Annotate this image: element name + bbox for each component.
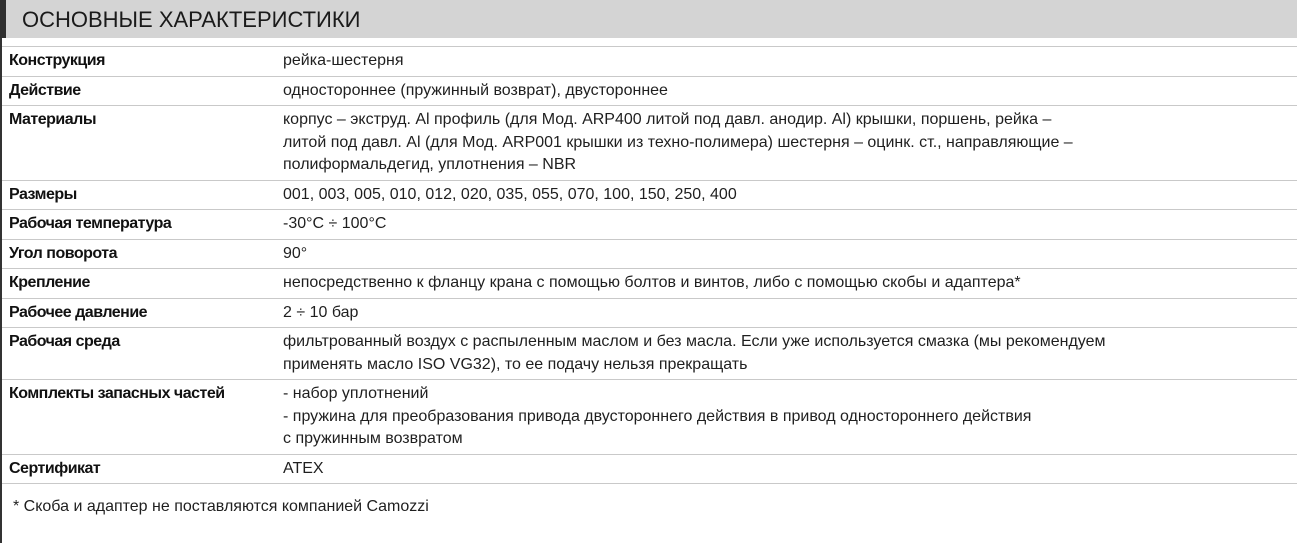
spec-label: Крепление xyxy=(2,268,276,299)
spec-value: 2 ÷ 10 бар xyxy=(276,298,1297,328)
table-row: Угол поворота 90° xyxy=(2,239,1297,269)
spec-label: Материалы xyxy=(2,105,276,181)
spec-page: ОСНОВНЫЕ ХАРАКТЕРИСТИКИ Конструкция рейк… xyxy=(0,0,1297,543)
spec-value: одностороннее (пружинный возврат), двуст… xyxy=(276,76,1297,106)
spec-value: фильтрованный воздух с распыленным масло… xyxy=(276,327,1297,380)
footnote: * Скоба и адаптер не поставляются компан… xyxy=(13,498,429,515)
spec-label: Рабочая температура xyxy=(2,209,276,240)
spec-label: Рабочее давление xyxy=(2,298,276,328)
spec-label: Рабочая среда xyxy=(2,327,276,380)
table-row: Рабочая среда фильтрованный воздух с рас… xyxy=(2,327,1297,380)
table-row: Рабочее давление 2 ÷ 10 бар xyxy=(2,298,1297,328)
spec-value: - набор уплотнений - пружина для преобра… xyxy=(276,379,1297,455)
header-accent-bar xyxy=(0,0,6,38)
spec-value: 001, 003, 005, 010, 012, 020, 035, 055, … xyxy=(276,180,1297,210)
spec-label: Комплекты запасных частей xyxy=(2,379,276,455)
table-row: Материалы корпус – экструд. Al профиль (… xyxy=(2,105,1297,181)
spec-value: непосредственно к фланцу крана с помощью… xyxy=(276,268,1297,299)
section-title: ОСНОВНЫЕ ХАРАКТЕРИСТИКИ xyxy=(22,7,361,32)
table-row: Размеры 001, 003, 005, 010, 012, 020, 03… xyxy=(2,180,1297,210)
spec-value: корпус – экструд. Al профиль (для Мод. A… xyxy=(276,105,1297,181)
spec-value: -30°C ÷ 100°C xyxy=(276,209,1297,240)
spec-label: Конструкция xyxy=(2,46,276,77)
spec-value: 90° xyxy=(276,239,1297,269)
table-row: Рабочая температура -30°C ÷ 100°C xyxy=(2,209,1297,240)
specs-table: Конструкция рейка-шестерня Действие одно… xyxy=(2,46,1297,484)
spec-label: Размеры xyxy=(2,180,276,210)
spec-label: Действие xyxy=(2,76,276,106)
table-row: Действие одностороннее (пружинный возвра… xyxy=(2,76,1297,106)
table-row: Сертификат ATEX xyxy=(2,454,1297,484)
section-header: ОСНОВНЫЕ ХАРАКТЕРИСТИКИ xyxy=(0,0,1297,38)
table-row: Конструкция рейка-шестерня xyxy=(2,46,1297,77)
spec-label: Угол поворота xyxy=(2,239,276,269)
spec-value: рейка-шестерня xyxy=(276,46,1297,77)
spec-value: ATEX xyxy=(276,454,1297,484)
table-row: Комплекты запасных частей - набор уплотн… xyxy=(2,379,1297,455)
table-row: Крепление непосредственно к фланцу крана… xyxy=(2,268,1297,299)
spec-label: Сертификат xyxy=(2,454,276,484)
